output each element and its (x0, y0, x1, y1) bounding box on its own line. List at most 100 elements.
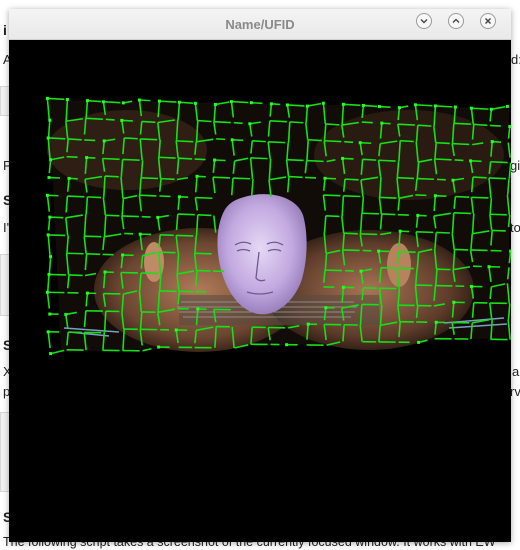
face-mesh-render (45, 96, 513, 356)
mesh-vertex (306, 322, 310, 326)
bg-text-fragment: a (512, 364, 520, 379)
mesh-edge (289, 121, 304, 124)
mesh-edge (212, 176, 231, 179)
mesh-edge (179, 101, 194, 104)
mesh-vertex (453, 105, 457, 109)
mesh-edge (84, 139, 96, 142)
mesh-edge (308, 138, 322, 142)
mesh-edge (363, 104, 378, 108)
mesh-edge (46, 274, 50, 293)
mesh-vertex (433, 104, 437, 108)
mesh-edge (139, 194, 157, 197)
mesh-edge (46, 292, 51, 309)
mesh-edge (214, 159, 226, 162)
maximize-button[interactable] (448, 13, 464, 29)
mesh-edge (48, 137, 66, 140)
mesh-vertex (47, 176, 51, 180)
mesh-vertex (46, 330, 50, 334)
mesh-edge (400, 139, 414, 143)
mesh-vertex (45, 290, 49, 294)
mesh-vertex (269, 102, 273, 106)
mesh-vertex (45, 193, 49, 197)
mesh-edge (344, 232, 358, 235)
mesh-vertex (196, 307, 200, 311)
minimize-button[interactable] (416, 13, 432, 29)
mesh-vertex (341, 156, 345, 160)
close-icon (485, 18, 491, 24)
mesh-vertex (48, 312, 52, 316)
mesh-edge (66, 155, 78, 158)
mesh-edge (323, 194, 341, 197)
mesh-vertex (398, 229, 402, 233)
mesh-edge (48, 234, 66, 237)
mesh-vertex (193, 101, 197, 105)
mesh-vertex (174, 328, 178, 332)
window-title: Name/UFID (225, 17, 295, 32)
mesh-edge (178, 157, 193, 160)
mesh-edge (488, 177, 507, 180)
mesh-edge (158, 156, 176, 159)
mesh-edge (453, 122, 471, 126)
mesh-edge (233, 121, 243, 125)
mesh-edge (415, 104, 433, 107)
mesh-vertex (377, 105, 381, 109)
mesh-vertex (48, 118, 52, 122)
app-window[interactable]: Name/UFID (9, 9, 513, 542)
mesh-vertex (85, 156, 89, 160)
mesh-edge (508, 162, 512, 179)
mesh-edge (471, 196, 489, 199)
mesh-edge (231, 100, 249, 104)
mesh-edge (87, 99, 102, 103)
mesh-edge (194, 158, 206, 161)
mesh-edge (473, 123, 488, 127)
mesh-edge (103, 100, 121, 104)
mesh-edge (50, 349, 65, 355)
mesh-vertex (137, 98, 141, 102)
window-titlebar[interactable]: Name/UFID (9, 9, 511, 40)
bg-text-fragment: rv (510, 384, 520, 399)
mesh-vertex (377, 249, 381, 253)
mesh-vertex (46, 233, 50, 237)
close-button[interactable] (480, 13, 496, 29)
mesh-vertex (324, 306, 328, 310)
mesh-vertex (102, 139, 106, 143)
mesh-vertex (361, 103, 365, 107)
mesh-edge (197, 119, 212, 123)
mesh-edge (232, 177, 251, 180)
mesh-edge (378, 159, 396, 162)
bg-text-fragment: to (510, 220, 520, 235)
mesh-vertex (469, 106, 473, 110)
mesh-vertex (487, 265, 491, 269)
mesh-edge (159, 100, 177, 103)
mesh-edge (454, 159, 464, 162)
mesh-edge (232, 139, 244, 142)
mesh-edge (250, 157, 268, 160)
mesh-edge (325, 215, 340, 218)
mesh-vertex (48, 215, 52, 219)
mesh-vertex (341, 102, 345, 106)
mesh-vertex (157, 99, 161, 103)
mesh-edge (416, 177, 435, 181)
mesh-edge (489, 124, 501, 127)
mesh-edge (160, 177, 175, 181)
mesh-edge (47, 331, 51, 349)
mesh-vertex (452, 300, 456, 304)
mesh-edge (85, 117, 103, 120)
render-canvas[interactable] (9, 40, 513, 542)
mesh-edge (343, 103, 361, 107)
mesh-edge (121, 119, 133, 122)
mesh-vertex (101, 100, 105, 104)
mesh-edge (195, 196, 213, 200)
mesh-vertex (416, 213, 420, 217)
mesh-vertex (213, 158, 217, 162)
mesh-edge (84, 235, 102, 238)
mesh-vertex (489, 107, 493, 111)
mesh-edge (471, 107, 489, 110)
mesh-edge (102, 157, 120, 161)
chevron-down-icon (420, 19, 428, 24)
mesh-vertex (65, 98, 69, 102)
mesh-vertex (49, 255, 53, 259)
mesh-vertex (46, 136, 50, 140)
mesh-edge (324, 139, 342, 143)
mesh-edge (325, 123, 340, 126)
